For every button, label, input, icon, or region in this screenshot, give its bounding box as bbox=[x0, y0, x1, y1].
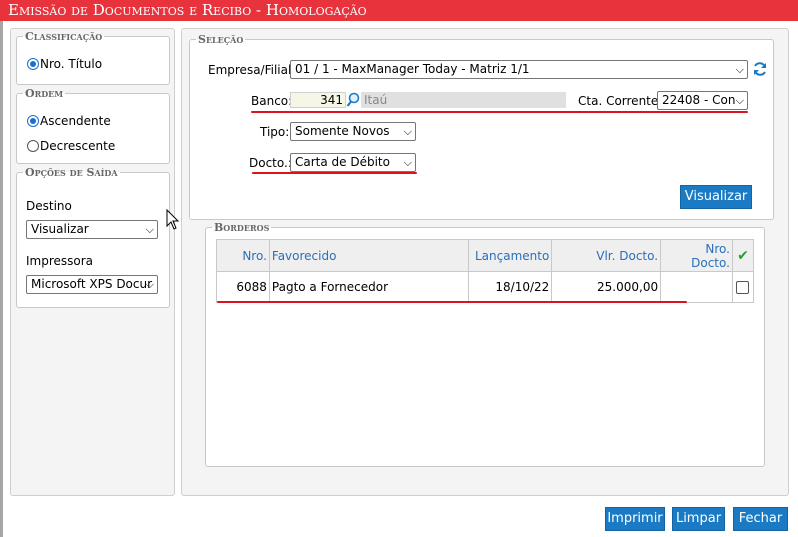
table-header-row: Nro. Favorecido Lançamento Vlr. Docto. N… bbox=[216, 239, 755, 272]
radio-ascendente[interactable]: Ascendente bbox=[27, 114, 111, 128]
col-nro-header[interactable]: Nro. bbox=[216, 239, 270, 272]
chevron-down-icon: ⌵ bbox=[145, 223, 154, 236]
col-vlr-docto-header[interactable]: Vlr. Docto. bbox=[551, 239, 662, 272]
left-edge-strip bbox=[0, 21, 3, 537]
check-column-icon[interactable]: ✔ bbox=[731, 239, 755, 272]
radio-nro-titulo[interactable]: Nro. Título bbox=[27, 57, 102, 71]
row-checkbox[interactable] bbox=[736, 281, 750, 294]
destino-select[interactable]: Visualizar ⌵ bbox=[26, 220, 158, 239]
highlight-underline bbox=[251, 111, 748, 113]
tipo-select[interactable]: Somente Novos ⌵ bbox=[290, 122, 416, 141]
destino-label: Destino bbox=[26, 199, 72, 213]
table-row[interactable]: 6088 Pagto a Fornecedor 18/10/22 25.000,… bbox=[216, 271, 755, 303]
imprimir-button[interactable]: Imprimir bbox=[605, 507, 665, 531]
impressora-label: Impressora bbox=[26, 254, 94, 268]
radio-unselected-icon bbox=[27, 140, 39, 152]
cell-lancamento: 18/10/22 bbox=[468, 271, 553, 303]
empresa-select-value: 01 / 1 - MaxManager Today - Matriz 1/1 bbox=[295, 62, 530, 76]
banco-name-field: Itaú bbox=[361, 92, 566, 108]
chevron-down-icon: ⌵ bbox=[403, 156, 412, 169]
docto-select[interactable]: Carta de Débito ⌵ bbox=[290, 153, 416, 172]
radio-nro-titulo-label: Nro. Título bbox=[40, 57, 103, 71]
radio-selected-icon bbox=[27, 115, 39, 127]
radio-decrescente-label: Decrescente bbox=[40, 139, 116, 153]
banco-label: Banco: bbox=[251, 94, 293, 108]
cell-favorecido: Pagto a Fornecedor bbox=[268, 271, 470, 303]
radio-decrescente[interactable]: Decrescente bbox=[27, 139, 115, 153]
limpar-button[interactable]: Limpar bbox=[672, 507, 725, 531]
mouse-cursor-icon bbox=[166, 209, 180, 230]
chevron-down-icon: ⌵ bbox=[735, 94, 744, 107]
cta-corrente-select-value: 22408 - Con bbox=[662, 93, 736, 107]
tipo-label: Tipo: bbox=[260, 125, 290, 139]
borderos-table: Nro. Favorecido Lançamento Vlr. Docto. N… bbox=[216, 239, 755, 303]
destino-select-value: Visualizar bbox=[31, 222, 89, 236]
selecao-legend: Seleção bbox=[198, 33, 244, 46]
search-icon[interactable] bbox=[346, 92, 360, 108]
cell-nro: 6088 bbox=[216, 271, 270, 303]
borderos-legend: Borderos bbox=[214, 221, 270, 234]
cta-corrente-select[interactable]: 22408 - Con ⌵ bbox=[657, 91, 748, 110]
col-favorecido-header[interactable]: Favorecido bbox=[268, 239, 470, 272]
impressora-select[interactable]: Microsoft XPS Docur ⌵ bbox=[26, 275, 158, 294]
radio-ascendente-label: Ascendente bbox=[40, 114, 111, 128]
chevron-down-icon: ⌵ bbox=[735, 63, 744, 76]
radio-selected-icon bbox=[27, 58, 39, 70]
chevron-down-icon: ⌵ bbox=[145, 278, 154, 291]
empresa-select[interactable]: 01 / 1 - MaxManager Today - Matriz 1/1 ⌵ bbox=[290, 60, 748, 79]
banco-code-input[interactable]: 341 bbox=[290, 92, 346, 108]
tipo-select-value: Somente Novos bbox=[295, 124, 390, 138]
highlight-underline bbox=[252, 172, 417, 174]
cell-nro-docto bbox=[660, 271, 733, 303]
visualizar-button[interactable]: Visualizar bbox=[680, 185, 752, 209]
window-title: Emissão de Documentos e Recibo - Homolog… bbox=[0, 0, 798, 21]
cell-select bbox=[731, 271, 755, 303]
empresa-label: Empresa/Filial: bbox=[208, 63, 296, 77]
classificacao-legend: Classificação bbox=[25, 30, 103, 43]
col-nro-docto-header[interactable]: Nro. Docto. bbox=[660, 239, 733, 272]
saida-legend: Opções de Saída bbox=[25, 166, 118, 179]
refresh-icon[interactable] bbox=[752, 61, 768, 77]
ordem-legend: Ordem bbox=[25, 87, 64, 100]
chevron-down-icon: ⌵ bbox=[403, 125, 412, 138]
docto-label: Docto.: bbox=[249, 156, 292, 170]
cta-corrente-label: Cta. Corrente: bbox=[578, 94, 663, 108]
cell-vlr-docto: 25.000,00 bbox=[551, 271, 662, 303]
col-lancamento-header[interactable]: Lançamento bbox=[468, 239, 553, 272]
fechar-button[interactable]: Fechar bbox=[733, 507, 788, 531]
impressora-select-value: Microsoft XPS Docur bbox=[31, 277, 153, 291]
docto-select-value: Carta de Débito bbox=[295, 155, 390, 169]
highlight-underline bbox=[217, 301, 687, 303]
